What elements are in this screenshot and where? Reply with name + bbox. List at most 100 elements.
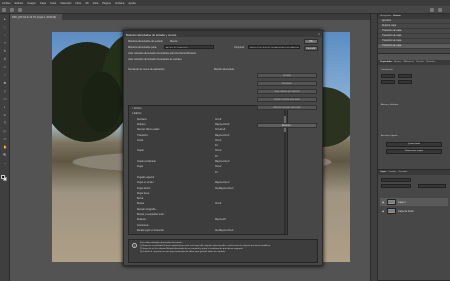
tool-icon[interactable]: ◐ xyxy=(2,105,8,109)
menu-item[interactable]: 3D xyxy=(85,2,88,5)
command-name[interactable]: Transición... xyxy=(137,135,149,137)
tab-history[interactable]: Historia xyxy=(393,15,400,18)
tool-icon[interactable]: ⟋ xyxy=(2,73,8,77)
undo-shortcut-button[interactable]: Deshacer xyxy=(257,81,317,86)
command-name[interactable]: Buscar xyxy=(137,203,144,205)
tool-icon[interactable]: 🔍 xyxy=(2,153,8,157)
tool-icon[interactable]: ✎ xyxy=(2,49,8,53)
menu-item[interactable]: Imagen xyxy=(27,2,36,5)
command-name[interactable]: Copiar xyxy=(137,150,144,152)
layer-row[interactable]: ◉ Capa de fondo xyxy=(380,207,448,215)
select-subject-button[interactable]: Seleccionar sujeto xyxy=(386,149,442,154)
tool-icon[interactable]: ✚ xyxy=(2,81,8,85)
opacity-field[interactable] xyxy=(418,184,446,188)
y-field[interactable] xyxy=(398,80,412,84)
command-name[interactable]: v Edición xyxy=(132,113,141,115)
tool-icon[interactable]: ⬭ xyxy=(2,97,8,101)
command-shortcut[interactable]: Ctrl+X xyxy=(215,140,221,142)
height-field[interactable] xyxy=(398,74,412,78)
command-shortcut[interactable]: Ctrl+V xyxy=(215,166,221,168)
menu-item[interactable]: Archivo xyxy=(2,2,11,5)
command-shortcut[interactable]: Mayús+F5 xyxy=(215,219,226,221)
command-shortcut[interactable]: Mayús+Ctrl+Z xyxy=(215,124,229,126)
command-shortcut[interactable]: Ctrl+C xyxy=(215,150,222,152)
tab-layers[interactable]: Capas xyxy=(380,171,386,174)
workspace-icon[interactable] xyxy=(438,8,442,12)
command-shortcut[interactable]: Ctrl+F xyxy=(215,203,221,205)
command-name[interactable]: Pegar en el sitio xyxy=(137,182,153,184)
search-icon[interactable] xyxy=(430,8,434,12)
command-name[interactable]: Rehacer xyxy=(137,124,146,126)
menus-tab[interactable]: Menús xyxy=(170,40,178,43)
menu-item[interactable]: Vista xyxy=(93,2,99,5)
properties-tab[interactable]: Bibliotecas xyxy=(403,61,414,64)
tool-icon[interactable]: ▷ xyxy=(2,129,8,133)
command-name[interactable]: Pegar fuera xyxy=(137,193,149,195)
command-shortcut[interactable]: F3 xyxy=(215,156,218,158)
command-name[interactable]: Pegado especial xyxy=(137,177,154,179)
history-state[interactable]: Transición de capa xyxy=(378,44,450,49)
layer-filter[interactable] xyxy=(381,178,411,182)
auto-select-icon[interactable] xyxy=(18,8,22,12)
properties-tab[interactable]: Ajustes xyxy=(394,61,401,64)
command-name[interactable]: Pegar xyxy=(137,166,143,168)
tool-icon[interactable]: ✋ xyxy=(2,145,8,149)
tool-icon[interactable]: ⬚ xyxy=(2,25,8,29)
close-icon[interactable]: × xyxy=(318,32,320,36)
use-default-button[interactable]: Usar valores por defecto xyxy=(257,89,317,94)
tab-channels[interactable]: Canales xyxy=(388,171,396,174)
home-icon[interactable] xyxy=(2,8,6,12)
move-tool-icon[interactable] xyxy=(10,8,14,12)
tool-icon[interactable]: T xyxy=(2,121,8,125)
tab-histogram[interactable]: Histograma xyxy=(380,15,391,18)
layer-row[interactable]: ◉ Capa 1 xyxy=(380,198,448,206)
tool-icon[interactable]: ✒ xyxy=(2,113,8,117)
menu-item[interactable]: Capa xyxy=(40,2,46,5)
properties-tab[interactable]: Propiedades xyxy=(380,61,392,64)
command-name[interactable]: Borrar xyxy=(137,198,143,200)
command-shortcut[interactable]: Alt+Mayús+Ctrl+V xyxy=(215,188,234,190)
tool-icon[interactable]: ▸ xyxy=(2,17,8,21)
add-shortcut-button[interactable]: Añadir método abreviado xyxy=(257,97,317,102)
command-shortcut[interactable]: Ctrl+Z xyxy=(215,119,221,121)
tool-icon[interactable]: ▯ xyxy=(2,89,8,93)
tool-icon[interactable]: ⚲ xyxy=(2,57,8,61)
width-field[interactable] xyxy=(381,74,395,78)
command-shortcut[interactable]: Mayús+Ctrl+F xyxy=(215,135,229,137)
properties-tab[interactable]: Pinceles xyxy=(416,61,424,64)
tool-icon[interactable]: ◌ xyxy=(2,33,8,37)
foreground-color-swatch[interactable] xyxy=(1,175,5,179)
shortcuts-for-select[interactable]: Menús de aplicación xyxy=(164,45,214,49)
menu-item[interactable]: Edición xyxy=(15,2,24,5)
cancel-button[interactable]: Cancelar xyxy=(304,46,318,51)
command-shortcut[interactable]: Alt+Mayús+Ctrl+C xyxy=(215,230,234,232)
command-name[interactable]: Rellenar... xyxy=(137,219,147,221)
tool-icon[interactable]: … xyxy=(2,161,8,165)
tool-icon[interactable]: ▭ xyxy=(2,137,8,141)
legacy-undo-checkbox[interactable]: Usar métodos abreviados heredados para D… xyxy=(128,52,196,55)
menu-item[interactable]: Plugins xyxy=(102,2,111,5)
shortcuts-tab[interactable]: Métodos abreviados de teclado xyxy=(128,40,163,43)
command-name[interactable]: Alternar último estado xyxy=(137,129,159,131)
command-name[interactable]: Deshacer xyxy=(137,119,147,121)
command-name[interactable]: Buscar y reemplazar texto... xyxy=(137,214,166,216)
menu-item[interactable]: Ventana xyxy=(115,2,125,5)
delete-shortcut-button[interactable]: Eliminar método abreviado xyxy=(257,105,317,110)
command-name[interactable]: Revisar ortografía... xyxy=(137,209,157,211)
menu-item[interactable]: Selección xyxy=(60,2,71,5)
remove-background-button[interactable]: Quitar fondo xyxy=(386,142,442,147)
command-name[interactable]: Cortar xyxy=(137,140,143,142)
ok-button[interactable]: OK xyxy=(304,39,318,44)
menu-item[interactable]: Filtro xyxy=(75,2,81,5)
properties-tab[interactable]: Muestras xyxy=(426,61,435,64)
command-shortcut[interactable]: Ctrl+Alt+Z xyxy=(215,129,225,131)
command-name[interactable]: Copiar combinado xyxy=(137,161,156,163)
command-shortcut[interactable]: Mayús+Ctrl+V xyxy=(215,182,230,184)
menu-item[interactable]: Texto xyxy=(50,2,56,5)
command-name[interactable]: Escala según el contenido xyxy=(137,230,164,232)
tool-icon[interactable]: ✂ xyxy=(2,65,8,69)
tool-icon[interactable]: ⌖ xyxy=(2,41,8,45)
menu-item[interactable]: Ayuda xyxy=(128,2,135,5)
command-name[interactable]: Contornear... xyxy=(137,225,150,227)
x-field[interactable] xyxy=(381,80,395,84)
